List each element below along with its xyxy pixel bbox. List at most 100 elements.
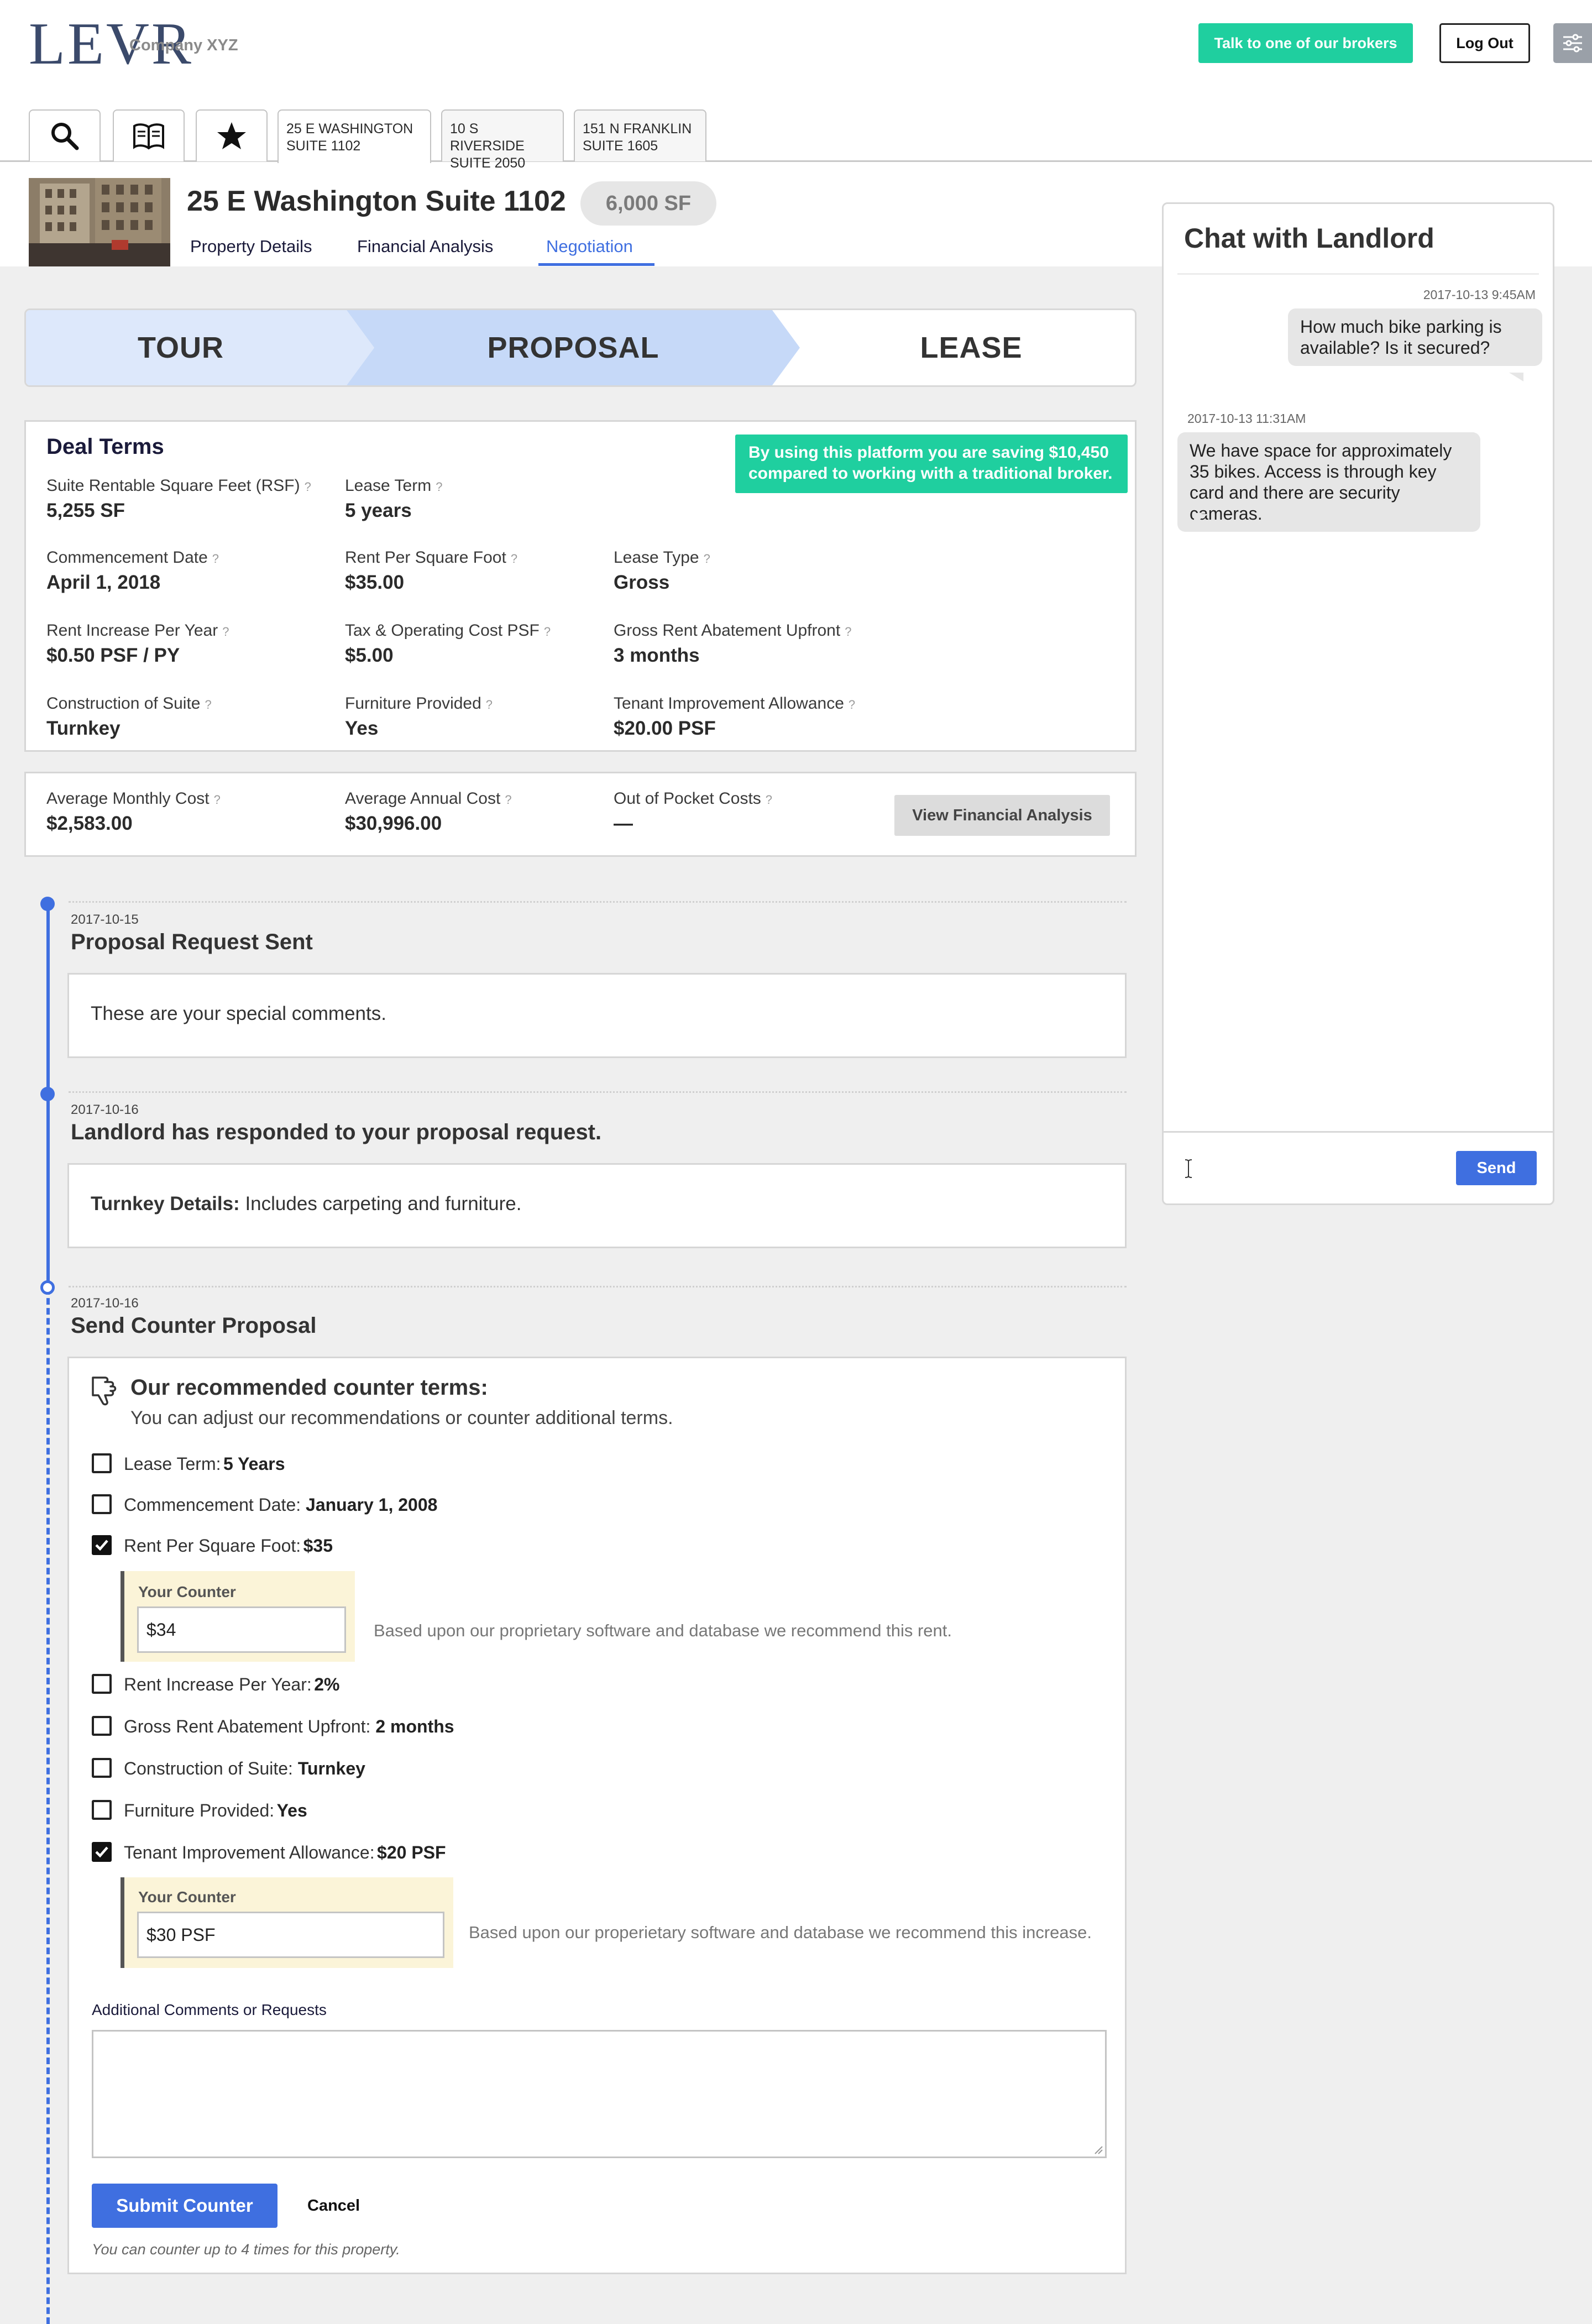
help-icon[interactable]: ? <box>305 480 311 494</box>
rent-hint: Based upon our proprietary software and … <box>374 1621 952 1640</box>
settings-button[interactable] <box>1553 23 1592 63</box>
rent-psf-checkbox[interactable] <box>92 1535 112 1555</box>
counter-item-commencement: Commencement Date: January 1, 2008 <box>124 1495 437 1515</box>
tab-property-1[interactable]: 25 E Washington Suite 1102 <box>277 109 431 163</box>
tab-search[interactable] <box>29 109 101 161</box>
term-abatement-label: Gross Rent Abatement Upfront <box>614 621 841 640</box>
counter-item-value: 2% <box>314 1674 340 1694</box>
help-icon[interactable]: ? <box>505 793 511 807</box>
tab-property-2[interactable]: 10 S Riverside Suite 2050 <box>441 109 564 171</box>
ti-counter-input[interactable]: $30 PSF <box>137 1912 444 1958</box>
term-rsf-label: Suite Rentable Square Feet (RSF) <box>46 477 300 495</box>
term-lease-type: Lease Type? Gross <box>614 548 710 594</box>
cost-monthly: Average Monthly Cost? $2,583.00 <box>46 789 221 835</box>
counter-item-furniture: Furniture Provided: Yes <box>124 1800 307 1821</box>
term-ti-allowance-value: $20.00 PSF <box>614 718 716 739</box>
help-icon[interactable]: ? <box>704 552 710 566</box>
chat-message-input[interactable] <box>1166 1134 1448 1201</box>
term-construction: Construction of Suite? Turnkey <box>46 694 212 740</box>
ti-allowance-checkbox[interactable] <box>92 1842 112 1862</box>
cost-out-of-pocket-value: — <box>614 813 633 834</box>
resize-handle-icon[interactable] <box>1094 2145 1103 2154</box>
logout-button[interactable]: Log Out <box>1439 23 1530 63</box>
subnav-property-details[interactable]: Property Details <box>190 237 312 257</box>
sliders-icon <box>1563 34 1582 53</box>
help-icon[interactable]: ? <box>214 793 221 807</box>
commencement-date-checkbox[interactable] <box>92 1494 112 1514</box>
term-rent-increase-label: Rent Increase Per Year <box>46 621 218 640</box>
term-rent-increase: Rent Increase Per Year? $0.50 PSF / PY <box>46 621 229 667</box>
step-tour: TOUR <box>137 331 224 364</box>
talk-to-broker-button[interactable]: Talk to one of our brokers <box>1198 23 1413 63</box>
chat-message-sent: How much bike parking is available? Is i… <box>1288 308 1542 366</box>
cancel-button[interactable]: Cancel <box>307 2197 360 2215</box>
counter-item-value: $20 PSF <box>377 1843 446 1862</box>
property-photo <box>29 178 170 266</box>
cost-annual-label: Average Annual Cost <box>345 789 501 808</box>
landlord-response-text: Turnkey Details: Includes carpeting and … <box>91 1193 522 1215</box>
comments-textarea[interactable] <box>92 2030 1107 2158</box>
cost-monthly-label: Average Monthly Cost <box>46 789 210 808</box>
counter-item-value: Yes <box>276 1800 307 1820</box>
construction-checkbox[interactable] <box>92 1758 112 1778</box>
counter-item-rent-psf: Rent Per Square Foot: $35 <box>124 1536 333 1556</box>
step-lease: LEASE <box>920 331 1023 364</box>
tab-property-3-address: 151 N Franklin <box>583 121 692 137</box>
timeline-line-dashed <box>46 1288 50 2324</box>
cost-monthly-value: $2,583.00 <box>46 813 133 834</box>
term-lease-type-label: Lease Type <box>614 548 699 567</box>
help-icon[interactable]: ? <box>766 793 772 807</box>
counter-item-label: Lease Term: <box>124 1454 221 1474</box>
furniture-checkbox[interactable] <box>92 1800 112 1820</box>
term-commencement: Commencement Date? April 1, 2018 <box>46 548 219 594</box>
tab-property-1-address: 25 E Washington <box>286 121 413 137</box>
counter-item-value: January 1, 2008 <box>306 1495 438 1515</box>
ti-hint: Based upon our properietary software and… <box>469 1923 1092 1942</box>
company-name: Company XYZ <box>129 36 238 54</box>
tab-book[interactable] <box>113 109 185 161</box>
counter-item-construction: Construction of Suite: Turnkey <box>124 1758 365 1779</box>
help-icon[interactable]: ? <box>849 698 855 711</box>
cost-out-of-pocket-label: Out of Pocket Costs <box>614 789 761 808</box>
cost-annual: Average Annual Cost? $30,996.00 <box>345 789 512 835</box>
help-icon[interactable]: ? <box>511 552 517 566</box>
term-commencement-value: April 1, 2018 <box>46 572 161 593</box>
counter-item-label: Construction of Suite: <box>124 1758 293 1778</box>
help-icon[interactable]: ? <box>212 552 219 566</box>
counter-item-lease-term: Lease Term: 5 Years <box>124 1454 285 1474</box>
special-comments-text: These are your special comments. <box>91 1003 386 1024</box>
timeline-date: 2017-10-16 <box>71 1102 139 1117</box>
view-financial-analysis-button[interactable]: View Financial Analysis <box>894 795 1110 836</box>
term-lease-term: Lease Term? 5 years <box>345 477 442 522</box>
help-icon[interactable]: ? <box>544 625 551 638</box>
rent-counter-input[interactable]: $34 <box>137 1606 346 1653</box>
subnav-financial-analysis[interactable]: Financial Analysis <box>357 237 493 257</box>
timeline-divider <box>69 1286 1127 1287</box>
abatement-checkbox[interactable] <box>92 1716 112 1736</box>
lease-term-checkbox[interactable] <box>92 1453 112 1473</box>
help-icon[interactable]: ? <box>845 625 851 638</box>
timeline-title: Send Counter Proposal <box>71 1313 317 1338</box>
chat-input-divider <box>1162 1131 1554 1133</box>
send-button[interactable]: Send <box>1456 1151 1537 1185</box>
rent-increase-checkbox[interactable] <box>92 1674 112 1694</box>
tab-favorites[interactable] <box>196 109 268 161</box>
timeline-dot-open <box>40 1280 55 1295</box>
property-title: 25 E Washington Suite 1102 <box>187 185 566 217</box>
counter-item-label: Rent Increase Per Year: <box>124 1674 312 1694</box>
submit-counter-button[interactable]: Submit Counter <box>92 2184 277 2228</box>
term-ti-allowance: Tenant Improvement Allowance? $20.00 PSF <box>614 694 855 740</box>
help-icon[interactable]: ? <box>222 625 229 638</box>
counter-item-value: 5 Years <box>223 1454 285 1474</box>
term-rent-psf-value: $35.00 <box>345 572 405 593</box>
help-icon[interactable]: ? <box>205 698 211 711</box>
tab-property-3[interactable]: 151 N Franklin Suite 1605 <box>574 109 706 161</box>
term-furniture: Furniture Provided? Yes <box>345 694 493 740</box>
chat-title: Chat with Landlord <box>1184 223 1434 254</box>
term-lease-term-value: 5 years <box>345 500 412 521</box>
term-tax-opex: Tax & Operating Cost PSF? $5.00 <box>345 621 551 667</box>
help-icon[interactable]: ? <box>436 480 442 494</box>
subnav-negotiation[interactable]: Negotiation <box>546 237 633 257</box>
help-icon[interactable]: ? <box>486 698 493 711</box>
counter-item-value: $35 <box>303 1536 333 1556</box>
